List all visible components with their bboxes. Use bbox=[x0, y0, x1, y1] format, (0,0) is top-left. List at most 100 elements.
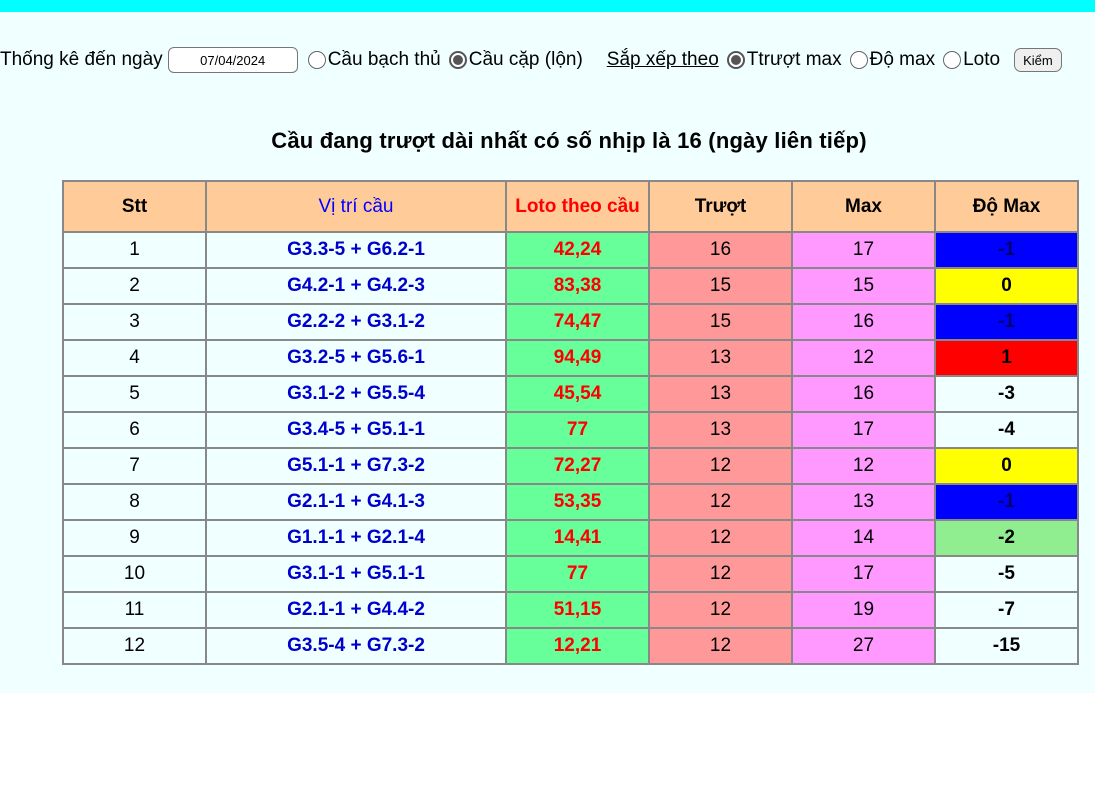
table-row: 1 G3.3-5 + G6.2-1 42,24 16 17 -1 bbox=[62, 231, 1079, 269]
table-row: 7 G5.1-1 + G7.3-2 72,27 12 12 0 bbox=[62, 447, 1079, 485]
mode-radio-bach-thu[interactable] bbox=[307, 51, 326, 69]
cell-truot: 12 bbox=[648, 447, 793, 485]
cell-max: 15 bbox=[791, 267, 936, 305]
cell-stt: 6 bbox=[62, 411, 207, 449]
table-row: 6 G3.4-5 + G5.1-1 77 13 17 -4 bbox=[62, 411, 1079, 449]
cell-max: 16 bbox=[791, 375, 936, 413]
cell-vi-tri-cau: G2.1-1 + G4.1-3 bbox=[205, 483, 507, 521]
cell-truot: 15 bbox=[648, 303, 793, 341]
cell-max: 13 bbox=[791, 483, 936, 521]
table-header-row: Stt Vị trí cầu Loto theo cầu Trượt Max Đ… bbox=[62, 180, 1079, 233]
cell-truot: 12 bbox=[648, 627, 793, 665]
cell-vi-tri-cau: G3.4-5 + G5.1-1 bbox=[205, 411, 507, 449]
mode-radio-cap-lon[interactable] bbox=[448, 51, 467, 69]
cell-vi-tri-cau: G3.2-5 + G5.6-1 bbox=[205, 339, 507, 377]
sort-label-do-max[interactable]: Độ max bbox=[870, 49, 935, 71]
cell-do-max: -15 bbox=[934, 627, 1079, 665]
cell-loto: 72,27 bbox=[505, 447, 650, 485]
cell-vi-tri-cau: G3.5-4 + G7.3-2 bbox=[205, 627, 507, 665]
cell-do-max: -7 bbox=[934, 591, 1079, 629]
cell-vi-tri-cau: G2.1-1 + G4.4-2 bbox=[205, 591, 507, 629]
cell-do-max: 1 bbox=[934, 339, 1079, 377]
cell-max: 17 bbox=[791, 555, 936, 593]
table-row: 2 G4.2-1 + G4.2-3 83,38 15 15 0 bbox=[62, 267, 1079, 305]
cell-loto: 77 bbox=[505, 555, 650, 593]
cell-stt: 5 bbox=[62, 375, 207, 413]
cell-vi-tri-cau: G4.2-1 + G4.2-3 bbox=[205, 267, 507, 305]
cell-max: 17 bbox=[791, 411, 936, 449]
sort-label: Sắp xếp theo bbox=[606, 49, 719, 70]
cell-do-max: -1 bbox=[934, 231, 1079, 269]
cell-vi-tri-cau: G2.2-2 + G3.1-2 bbox=[205, 303, 507, 341]
cell-vi-tri-cau: G3.1-1 + G5.1-1 bbox=[205, 555, 507, 593]
header-vi-tri-cau: Vị trí cầu bbox=[205, 180, 507, 233]
check-button[interactable]: Kiểm bbox=[1014, 48, 1062, 72]
cell-loto: 12,21 bbox=[505, 627, 650, 665]
cell-max: 12 bbox=[791, 447, 936, 485]
cell-vi-tri-cau: G1.1-1 + G2.1-4 bbox=[205, 519, 507, 557]
cell-do-max: -3 bbox=[934, 375, 1079, 413]
cell-vi-tri-cau: G5.1-1 + G7.3-2 bbox=[205, 447, 507, 485]
cell-loto: 53,35 bbox=[505, 483, 650, 521]
cell-loto: 45,54 bbox=[505, 375, 650, 413]
table-row: 10 G3.1-1 + G5.1-1 77 12 17 -5 bbox=[62, 555, 1079, 593]
cell-stt: 9 bbox=[62, 519, 207, 557]
cell-do-max: -2 bbox=[934, 519, 1079, 557]
sort-radio-loto[interactable] bbox=[943, 51, 962, 69]
cell-stt: 2 bbox=[62, 267, 207, 305]
cell-max: 27 bbox=[791, 627, 936, 665]
cell-truot: 12 bbox=[648, 483, 793, 521]
table-row: 9 G1.1-1 + G2.1-4 14,41 12 14 -2 bbox=[62, 519, 1079, 557]
cell-stt: 11 bbox=[62, 591, 207, 629]
cell-vi-tri-cau: G3.3-5 + G6.2-1 bbox=[205, 231, 507, 269]
cell-max: 19 bbox=[791, 591, 936, 629]
cell-truot: 12 bbox=[648, 591, 793, 629]
cell-max: 14 bbox=[791, 519, 936, 557]
header-loto-theo-cau: Loto theo cầu bbox=[505, 180, 650, 233]
cell-do-max: -1 bbox=[934, 483, 1079, 521]
cell-loto: 42,24 bbox=[505, 231, 650, 269]
results-table: Stt Vị trí cầu Loto theo cầu Trượt Max Đ… bbox=[62, 180, 1079, 665]
cell-stt: 3 bbox=[62, 303, 207, 341]
cell-do-max: -4 bbox=[934, 411, 1079, 449]
table-row: 8 G2.1-1 + G4.1-3 53,35 12 13 -1 bbox=[62, 483, 1079, 521]
cell-truot: 13 bbox=[648, 339, 793, 377]
cell-max: 17 bbox=[791, 231, 936, 269]
table-row: 11 G2.1-1 + G4.4-2 51,15 12 19 -7 bbox=[62, 591, 1079, 629]
cell-do-max: -1 bbox=[934, 303, 1079, 341]
table-row: 4 G3.2-5 + G5.6-1 94,49 13 12 1 bbox=[62, 339, 1079, 377]
cell-stt: 12 bbox=[62, 627, 207, 665]
sort-radio-do-max[interactable] bbox=[849, 51, 868, 69]
cell-stt: 10 bbox=[62, 555, 207, 593]
cell-loto: 74,47 bbox=[505, 303, 650, 341]
header-max: Max bbox=[791, 180, 936, 233]
sort-radio-truot-max[interactable] bbox=[726, 51, 745, 69]
table-row: 12 G3.5-4 + G7.3-2 12,21 12 27 -15 bbox=[62, 627, 1079, 665]
date-label: Thống kê đến ngày bbox=[0, 49, 163, 70]
top-bar bbox=[0, 0, 1095, 12]
cell-do-max: 0 bbox=[934, 447, 1079, 485]
cell-truot: 13 bbox=[648, 411, 793, 449]
mode-label-cap-lon[interactable]: Cầu cặp (lộn) bbox=[469, 49, 583, 71]
cell-max: 16 bbox=[791, 303, 936, 341]
sort-label-loto[interactable]: Loto bbox=[963, 49, 1000, 71]
cell-vi-tri-cau: G3.1-2 + G5.5-4 bbox=[205, 375, 507, 413]
cell-truot: 15 bbox=[648, 267, 793, 305]
cell-loto: 51,15 bbox=[505, 591, 650, 629]
cell-loto: 14,41 bbox=[505, 519, 650, 557]
cell-do-max: 0 bbox=[934, 267, 1079, 305]
cell-loto: 77 bbox=[505, 411, 650, 449]
page-heading: Cầu đang trượt dài nhất có số nhịp là 16… bbox=[271, 128, 867, 153]
date-input[interactable] bbox=[167, 47, 298, 73]
cell-truot: 13 bbox=[648, 375, 793, 413]
header-stt: Stt bbox=[62, 180, 207, 233]
mode-label-bach-thu[interactable]: Cầu bạch thủ bbox=[328, 49, 441, 71]
cell-loto: 94,49 bbox=[505, 339, 650, 377]
cell-stt: 4 bbox=[62, 339, 207, 377]
cell-stt: 8 bbox=[62, 483, 207, 521]
cell-truot: 12 bbox=[648, 519, 793, 557]
sort-label-truot-max[interactable]: Ttrượt max bbox=[747, 49, 842, 71]
header-do-max: Độ Max bbox=[934, 180, 1079, 233]
cell-do-max: -5 bbox=[934, 555, 1079, 593]
cell-stt: 1 bbox=[62, 231, 207, 269]
